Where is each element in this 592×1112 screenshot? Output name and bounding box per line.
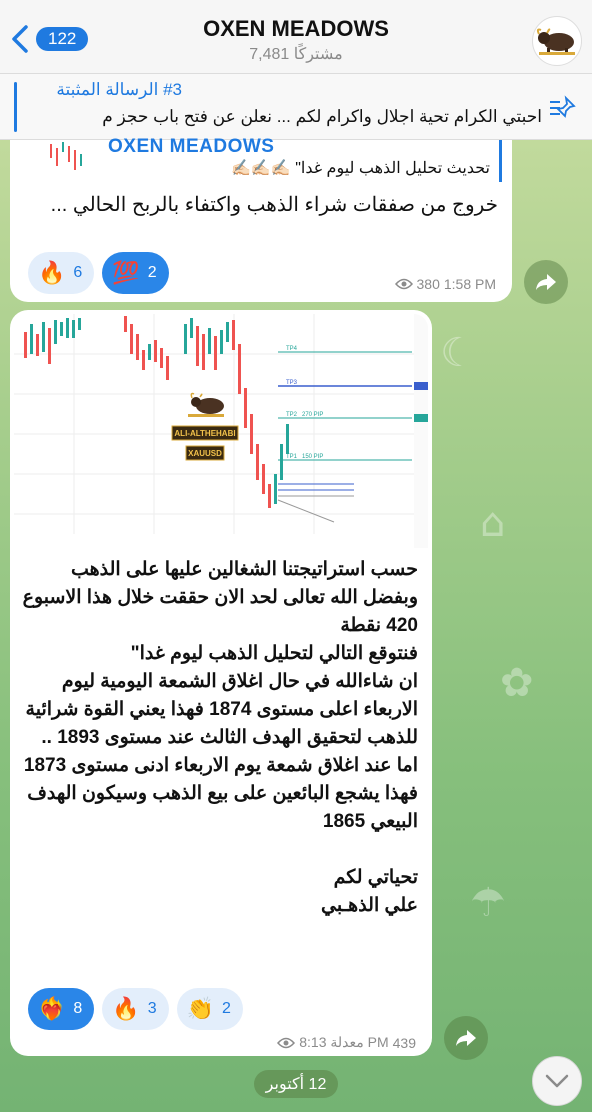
forward-arrow-icon (456, 1030, 476, 1046)
heart-on-fire-icon: ❤️‍🔥 (38, 996, 66, 1021)
reaction-clap[interactable]: 👏 2 (176, 988, 243, 1030)
edited-time: معدلة 8:13 PM (299, 1034, 389, 1050)
reactions-row: 🔥 6 💯 2 (28, 252, 169, 294)
reply-text: تحديث تحليل الذهب ليوم غدا" ✍🏻✍🏻✍🏻 (231, 160, 490, 177)
reaction-count: 6 (73, 264, 83, 281)
reaction-count: 3 (147, 1000, 157, 1017)
share-button[interactable] (444, 1016, 488, 1060)
chart-brand-label: ALI-ALTHEHABI (174, 429, 235, 438)
wallpaper-doodle: ✿ (500, 660, 534, 706)
message-bubble[interactable]: TP4 TP3 TP2 270 PIP TP1 150 PIP ALI-ALTH… (10, 310, 432, 1056)
reply-preview[interactable]: OXEN MEADOWS تحديث تحليل الذهب ليوم غدا"… (42, 136, 502, 182)
view-count: 439 (392, 1034, 416, 1051)
reaction-count: 2 (222, 1000, 231, 1017)
pinned-title: #3 الرسالة المثبتة (56, 80, 182, 99)
hundred-points-icon: 💯 (112, 260, 140, 285)
scroll-to-bottom-button[interactable] (532, 1056, 582, 1106)
tp3-label: TP3 (286, 380, 298, 386)
pinned-text: احبتي الكرام تحية اجلال واكرام لكم ... ن… (102, 107, 542, 126)
chart-screenshot-image[interactable]: TP4 TP3 TP2 270 PIP TP1 150 PIP ALI-ALTH… (14, 314, 428, 548)
channel-avatar[interactable] (532, 16, 582, 66)
subscriber-count: 7,481 مشتركًا (249, 46, 343, 63)
wallpaper-doodle: ☂ (470, 880, 506, 926)
share-button[interactable] (524, 260, 568, 304)
date-separator: 12 أكتوبر (254, 1070, 338, 1098)
channel-title[interactable]: OXEN MEADOWS (0, 16, 592, 42)
reaction-fire[interactable]: 🔥 6 (28, 252, 95, 294)
pin-list-icon[interactable] (548, 94, 576, 122)
view-count: 380 (416, 276, 440, 292)
tp4-label: TP4 (286, 346, 298, 352)
wallpaper-doodle: ⌂ (480, 500, 506, 546)
reaction-heart-on-fire[interactable]: ❤️‍🔥 8 (28, 988, 95, 1030)
tp2-label: TP2 (286, 412, 298, 418)
message-time: 1:58 PM (443, 276, 496, 292)
reply-author: OXEN MEADOWS (108, 136, 275, 157)
pinned-message-bar[interactable]: #3 الرسالة المثبتة احبتي الكرام تحية اجل… (0, 74, 592, 140)
bull-logo-icon (536, 28, 575, 55)
reaction-fire[interactable]: 🔥 3 (102, 988, 169, 1030)
forward-arrow-icon (536, 274, 556, 290)
reply-accent-bar (499, 140, 502, 182)
tp1-pips-label: 150 PIP (302, 454, 323, 460)
views-eye-icon (277, 1037, 296, 1048)
chevron-down-icon (545, 1074, 569, 1088)
views-eye-icon (394, 278, 413, 290)
reaction-count: 8 (73, 1000, 83, 1017)
clapping-hands-icon: 👏 (186, 996, 215, 1021)
reaction-count: 2 (147, 264, 157, 281)
fire-icon: 🔥 (38, 260, 66, 285)
message-text: خروج من صفقات شراء الذهب واكتفاء بالربح … (50, 194, 498, 216)
reply-thumbnail (46, 140, 86, 174)
message-meta: معدلة 8:13 PM 439 (277, 1034, 416, 1051)
message-bubble[interactable]: OXEN MEADOWS تحديث تحليل الذهب ليوم غدا"… (10, 136, 512, 302)
reaction-hundred[interactable]: 💯 2 (102, 252, 169, 294)
message-text: حسب استراتيجتنا الشغالين عليها على الذهب… (22, 559, 418, 916)
tp2-pips-label: 270 PIP (302, 412, 323, 418)
message-meta: 380 1:58 PM (394, 276, 496, 292)
chat-header: 122 OXEN MEADOWS 7,481 مشتركًا (0, 0, 592, 74)
tp1-label: TP1 (286, 454, 298, 460)
reactions-row: ❤️‍🔥 8 🔥 3 👏 2 (28, 988, 243, 1030)
fire-icon: 🔥 (112, 996, 140, 1021)
chart-symbol-label: XAUUSD (188, 449, 222, 458)
pinned-indicator (14, 82, 17, 132)
wallpaper-doodle: ☾ (440, 330, 476, 376)
